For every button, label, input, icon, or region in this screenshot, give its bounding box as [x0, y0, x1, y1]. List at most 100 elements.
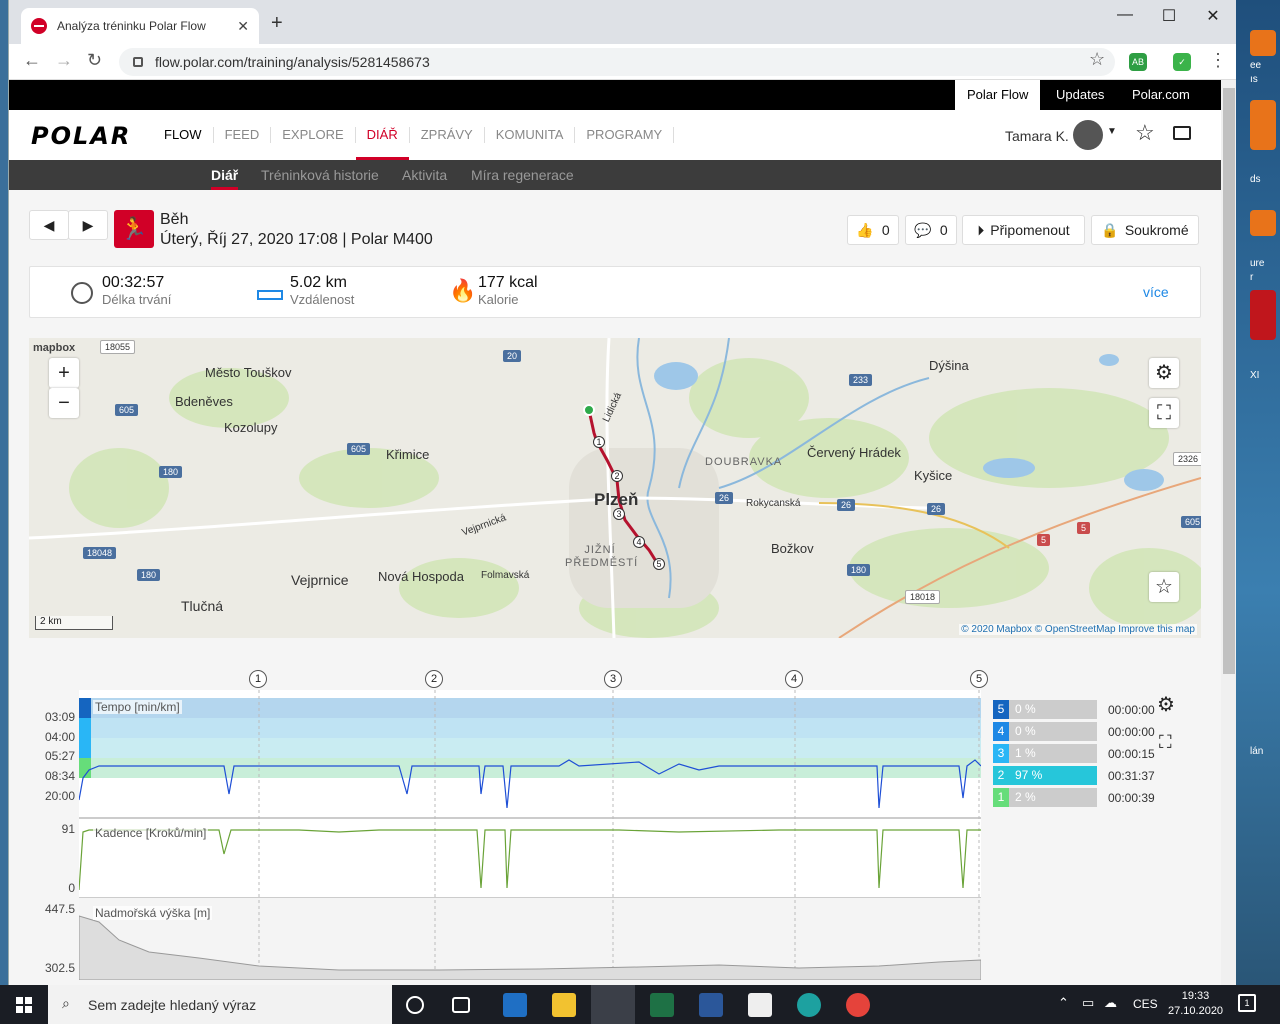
map-settings-gear-icon[interactable]: ⚙: [1149, 358, 1179, 388]
link-updates[interactable]: Updates: [1044, 80, 1116, 110]
shield-extension-icon[interactable]: ✓: [1173, 53, 1191, 71]
route-map[interactable]: mapbox + − ⚙ ⛶ ☆ Město Touškov Bdeněves …: [29, 338, 1201, 638]
desktop-icon[interactable]: [1250, 30, 1276, 56]
favorites-star-icon[interactable]: ☆: [1135, 120, 1155, 146]
chart-fullscreen-icon[interactable]: ⛶: [1159, 732, 1172, 753]
back-icon[interactable]: ←: [23, 50, 41, 71]
subnav-activity[interactable]: Aktivita: [402, 160, 447, 190]
polar-page: Polar Flow Updates Polar.com POLAR FLOW …: [9, 80, 1221, 985]
remind-button[interactable]: ⏵ Připomenout: [962, 215, 1085, 245]
desktop-icon[interactable]: [1250, 210, 1276, 236]
notification-icon[interactable]: 1: [1238, 994, 1256, 1012]
map-place-label: Folmavská: [481, 570, 530, 581]
road-shield: 605: [115, 404, 139, 416]
avatar[interactable]: [1073, 120, 1103, 150]
minimize-icon[interactable]: —: [1105, 6, 1145, 24]
polar-flowsync-icon[interactable]: [591, 985, 635, 1024]
zoom-in-button[interactable]: +: [49, 358, 79, 388]
map-fullscreen-icon[interactable]: ⛶: [1149, 398, 1179, 428]
lap-marker[interactable]: 3: [604, 670, 622, 688]
taskbar-search-input[interactable]: ⌕ Sem zadejte hledaný výraz: [48, 985, 392, 1024]
calories-label: Kalorie: [478, 292, 519, 307]
new-tab-icon[interactable]: +: [271, 12, 283, 35]
browser-window: Analýza tréninku Polar Flow ✕ + — ☐ ✕ ← …: [8, 0, 1236, 985]
map-lap-marker: 1: [593, 436, 605, 448]
road-shield: 180: [137, 569, 161, 581]
link-polar-flow[interactable]: Polar Flow: [955, 80, 1041, 110]
maximize-icon[interactable]: ☐: [1149, 6, 1189, 26]
input-language[interactable]: CES: [1133, 997, 1158, 1011]
map-favorite-star-icon[interactable]: ☆: [1149, 572, 1179, 602]
chrome-icon[interactable]: [846, 993, 870, 1017]
like-button[interactable]: 👍 0: [847, 215, 899, 245]
tempo-tick: 03:09: [44, 710, 75, 724]
desktop-icon[interactable]: [1250, 100, 1276, 150]
nav-komunita[interactable]: KOMUNITA: [485, 127, 576, 143]
mail-icon[interactable]: [503, 993, 527, 1017]
subnav-history[interactable]: Tréninková historie: [261, 160, 379, 190]
task-view-icon[interactable]: [452, 997, 470, 1013]
link-polar-com[interactable]: Polar.com: [1120, 80, 1202, 110]
map-attribution[interactable]: © 2020 Mapbox © OpenStreetMap Improve th…: [959, 624, 1197, 635]
lap-marker[interactable]: 4: [785, 670, 803, 688]
nav-explore[interactable]: EXPLORE: [271, 127, 356, 143]
lap-marker[interactable]: 1: [249, 670, 267, 688]
tray-chevron-up-icon[interactable]: ⌃: [1058, 995, 1069, 1011]
close-tab-icon[interactable]: ✕: [237, 18, 249, 35]
store-icon[interactable]: [748, 993, 772, 1017]
cortana-circle-icon[interactable]: [406, 996, 424, 1014]
site-header: POLAR FLOW FEED EXPLORE DIÁŘ ZPRÁVY KOMU…: [9, 110, 1221, 160]
map-place-label: Tlučná: [181, 598, 224, 614]
subnav-diar[interactable]: Diář: [211, 160, 239, 190]
calories-value: 177 kcal: [478, 274, 538, 291]
nav-zpravy[interactable]: ZPRÁVY: [410, 127, 485, 143]
training-chart[interactable]: Tempo [min/km] Kadence [Kroků/min] Nadmo…: [79, 690, 981, 980]
chart-settings-gear-icon[interactable]: ⚙: [1157, 692, 1175, 717]
comment-button[interactable]: 💬 0: [905, 215, 957, 245]
file-explorer-icon[interactable]: [552, 993, 576, 1017]
privacy-button[interactable]: 🔒 Soukromé: [1091, 215, 1199, 245]
bookmark-star-icon[interactable]: ☆: [1089, 49, 1105, 70]
zone-time: 00:00:00: [1108, 725, 1155, 739]
subnav-recovery[interactable]: Míra regenerace: [471, 160, 574, 190]
cadence-label: Kadence [Kroků/min]: [93, 826, 209, 840]
road-shield: 18018: [905, 590, 941, 604]
zone-number: 5: [993, 700, 1009, 719]
windows-start-icon[interactable]: [16, 997, 32, 1013]
excel-icon[interactable]: [650, 993, 674, 1017]
zone-number: 1: [993, 788, 1009, 807]
route-start-marker: [583, 404, 595, 416]
word-icon[interactable]: [699, 993, 723, 1017]
menu-kebab-icon[interactable]: ⋮: [1209, 50, 1227, 71]
stopwatch-icon: [71, 282, 93, 304]
nav-programy[interactable]: PROGRAMY: [575, 127, 675, 143]
nav-flow[interactable]: FLOW: [153, 127, 214, 143]
lap-marker[interactable]: 5: [970, 670, 988, 688]
adblock-extension-icon[interactable]: AB: [1129, 53, 1147, 71]
forward-icon[interactable]: →: [55, 50, 73, 71]
more-link[interactable]: více: [1143, 284, 1169, 300]
scrollbar-thumb[interactable]: [1223, 88, 1235, 674]
mapbox-logo: mapbox: [33, 342, 76, 354]
next-session-button[interactable]: ▶: [68, 210, 108, 240]
desktop-icon[interactable]: [1250, 290, 1276, 340]
clock[interactable]: 19:33 27.10.2020: [1168, 989, 1223, 1019]
polar-logo[interactable]: POLAR: [31, 122, 131, 150]
nav-diar[interactable]: DIÁŘ: [355, 127, 410, 160]
onedrive-icon[interactable]: ☁: [1104, 995, 1117, 1011]
user-name[interactable]: Tamara K.: [1005, 128, 1069, 144]
browser-tab[interactable]: Analýza tréninku Polar Flow ✕: [21, 8, 259, 44]
close-window-icon[interactable]: ✕: [1193, 6, 1233, 26]
edge-icon[interactable]: [797, 993, 821, 1017]
url-field[interactable]: flow.polar.com/training/analysis/5281458…: [119, 48, 1115, 76]
network-icon[interactable]: ▭: [1082, 995, 1094, 1011]
road-shield: 20: [503, 350, 522, 362]
messages-icon[interactable]: [1173, 126, 1191, 140]
road-shield: 605: [1181, 516, 1201, 528]
reload-icon[interactable]: ↻: [87, 50, 102, 71]
chevron-down-icon[interactable]: ▼: [1107, 126, 1117, 137]
nav-feed[interactable]: FEED: [214, 127, 272, 143]
zoom-out-button[interactable]: −: [49, 388, 79, 418]
lap-marker[interactable]: 2: [425, 670, 443, 688]
prev-session-button[interactable]: ◀: [29, 210, 69, 240]
